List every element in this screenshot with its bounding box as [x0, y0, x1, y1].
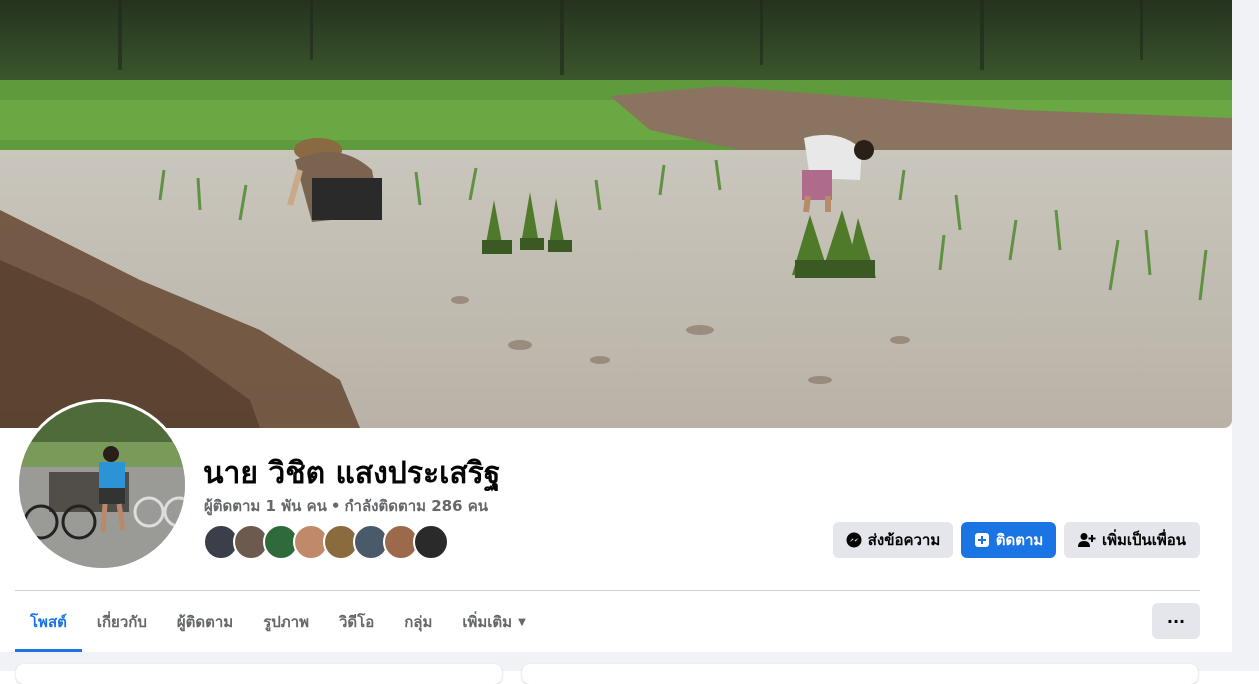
- cover-photo-image: [0, 0, 1232, 428]
- tab-more-label: เพิ่มเติม: [462, 613, 513, 631]
- caret-down-icon: ▼: [518, 616, 526, 628]
- profile-name: นาย วิชิต แสงประเสริฐ: [203, 456, 501, 491]
- tab-photos-label: รูปภาพ: [263, 613, 309, 631]
- stats-separator: •: [330, 497, 341, 515]
- follow-button[interactable]: ติดตาม: [961, 522, 1056, 558]
- following-count[interactable]: กำลังติดตาม 286 คน: [344, 497, 488, 515]
- tab-videos[interactable]: วิดีโอ: [324, 592, 389, 652]
- add-friend-label: เพิ่มเป็นเพื่อน: [1101, 531, 1187, 549]
- tab-followers-label: ผู้ติดตาม: [176, 613, 234, 631]
- intro-card: [16, 664, 502, 684]
- add-friend-icon: [1077, 532, 1096, 548]
- follow-label: ติดตาม: [995, 531, 1044, 549]
- follow-stats: ผู้ติดตาม 1 พัน คน • กำลังติดตาม 286 คน: [204, 494, 488, 518]
- profile-avatar-image: [19, 402, 185, 568]
- messenger-icon: [846, 532, 862, 548]
- tab-posts[interactable]: โพสต์: [15, 592, 82, 652]
- cover-photo[interactable]: [0, 0, 1232, 428]
- tab-about-label: เกี่ยวกับ: [96, 613, 147, 631]
- tab-photos[interactable]: รูปภาพ: [248, 592, 324, 652]
- header-divider: [15, 590, 1200, 591]
- message-button[interactable]: ส่งข้อความ: [833, 522, 953, 558]
- tab-posts-label: โพสต์: [30, 613, 67, 631]
- page-scroll-gutter: [1232, 0, 1259, 671]
- tab-more[interactable]: เพิ่มเติม ▼: [447, 592, 540, 652]
- add-friend-button[interactable]: เพิ่มเป็นเพื่อน: [1064, 522, 1200, 558]
- friend-avatar[interactable]: [413, 524, 449, 560]
- friends-avatar-row: [203, 524, 449, 560]
- tab-videos-label: วิดีโอ: [338, 613, 375, 631]
- profile-avatar[interactable]: [19, 402, 185, 568]
- profile-tabs: โพสต์ เกี่ยวกับ ผู้ติดตาม รูปภาพ วิดีโอ …: [15, 592, 541, 652]
- tab-about[interactable]: เกี่ยวกับ: [82, 592, 162, 652]
- composer-card: [522, 664, 1198, 684]
- follow-icon: [974, 532, 990, 548]
- tab-groups[interactable]: กลุ่ม: [389, 592, 447, 652]
- more-options-button[interactable]: ···: [1152, 603, 1200, 639]
- tab-followers[interactable]: ผู้ติดตาม: [162, 592, 248, 652]
- message-label: ส่งข้อความ: [867, 531, 941, 549]
- followers-count[interactable]: ผู้ติดตาม 1 พัน คน: [204, 497, 327, 515]
- tab-groups-label: กลุ่ม: [404, 613, 433, 631]
